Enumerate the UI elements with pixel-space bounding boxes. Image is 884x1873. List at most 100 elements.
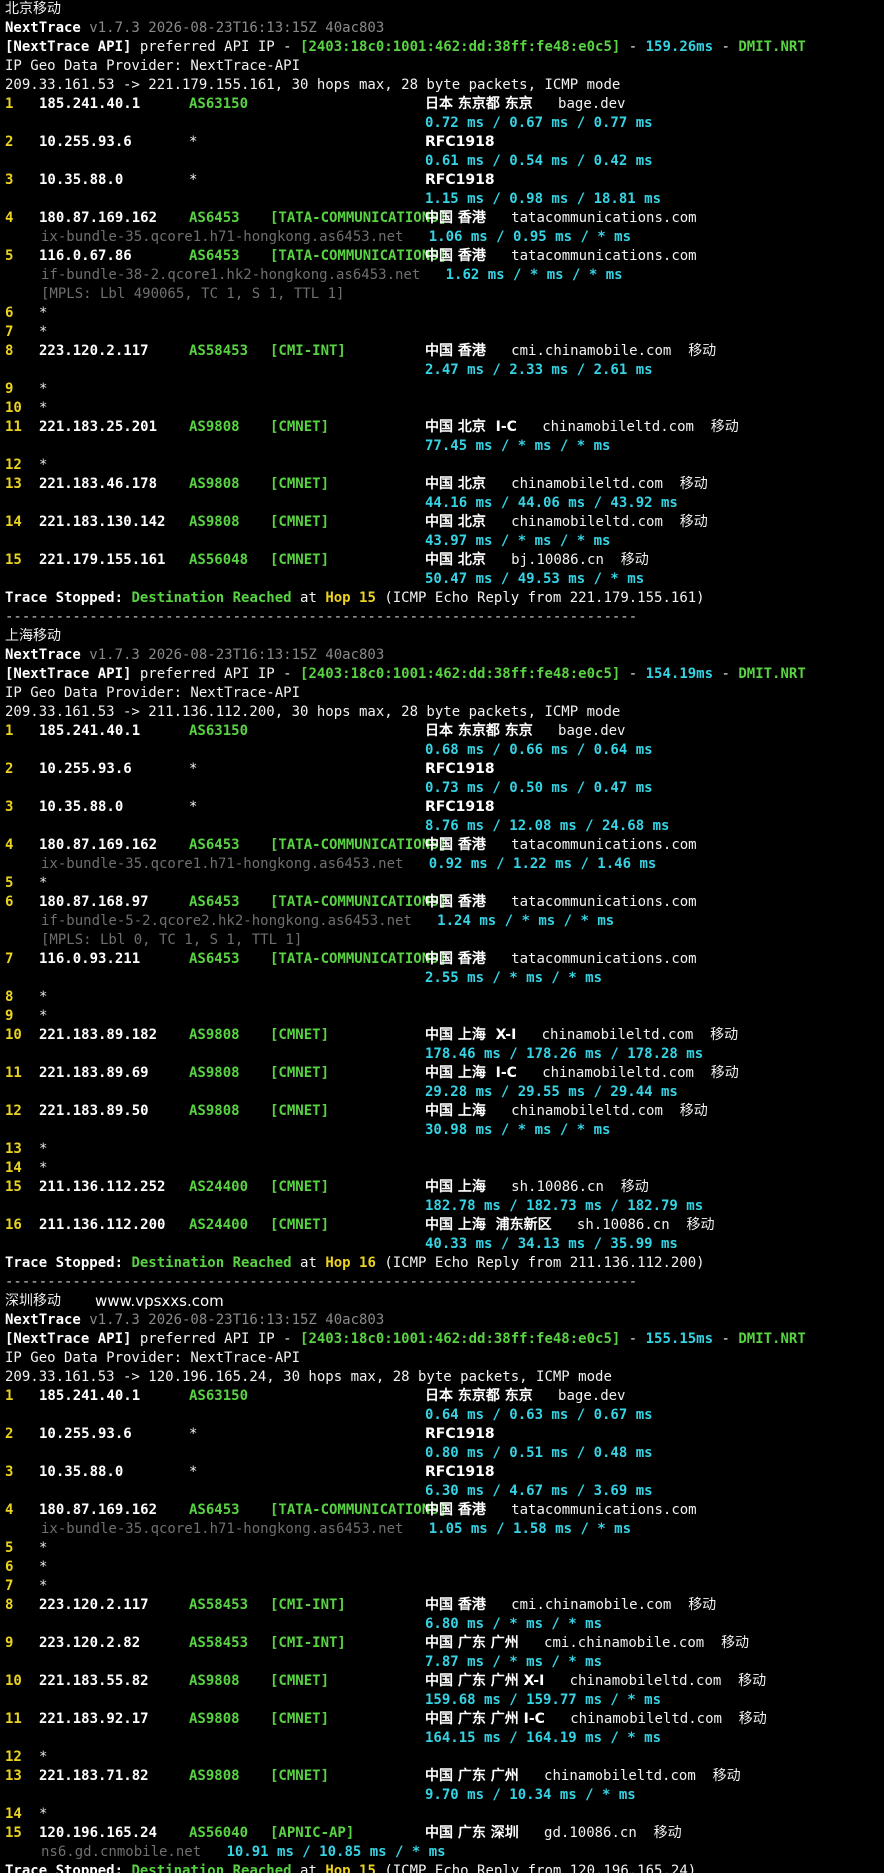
api-label: [NextTrace API] [5,666,132,682]
hop-row: 6 * [5,305,48,321]
hop-host: tatacommunications.com [511,210,697,226]
column-cell: 中国 香港 cmi.chinamobile.com 移动 [425,342,716,361]
column-cell: 日本 东京都 东京 bage.dev [425,722,625,741]
hop-tag: [CMNET] [270,476,330,492]
hop-row: 2 10.255.93.6 * RFC1918 [5,133,884,152]
column-cell: 日本 东京都 东京 bage.dev [425,1387,625,1406]
hop-tag: [TATA-COMMUNICATIONS] [270,248,448,264]
column-cell: 4 [5,1501,39,1520]
hop-asn: AS9808 [189,476,240,492]
hop-number: 9 [5,381,14,397]
hop-ip: 221.183.89.182 [39,1027,158,1043]
column-cell: 中国 上海 浦东新区 sh.10086.cn 移动 [425,1216,715,1235]
column-cell: 5 [5,1539,39,1558]
trace-header: 209.33.161.53 -> 120.196.165.24, 30 hops… [5,1369,612,1385]
hop-number: 12 [5,1103,22,1119]
hop-tag: [CMNET] [270,1711,330,1727]
column-cell: 中国 北京 bj.10086.cn 移动 [425,551,649,570]
hop-number: 15 [5,1825,22,1841]
hop-geo: 中国 广东 深圳 [425,1825,519,1841]
column-cell: 14 [5,1159,39,1178]
api-dash: - [713,39,739,55]
api-latency: 155.15ms [645,1331,714,1347]
hop-ip: 180.87.169.162 [39,210,158,226]
hop-row: 6 * [5,1558,48,1577]
hop-row: 14 * [5,1806,48,1822]
column-cell: 7 [5,323,39,342]
hop-ip: 221.183.25.201 [39,419,158,435]
hop-tag: [CMI-INT] [270,1635,346,1651]
column-cell: 4 [5,836,39,855]
hop-rtt: 0.68 ms / 0.66 ms / 0.64 ms [425,742,653,758]
column-cell: 7 [5,1577,39,1596]
column-cell: 6 [5,893,39,912]
terminal-window[interactable]: 北京移动 NextTrace v1.7.3 2026-08-23T16:13:15… [0,0,884,1873]
column-cell: 3 [5,1463,39,1482]
hop-asn: AS6453 [189,894,240,910]
hop-row: 16 211.136.112.200 AS24400 [CMNET] 中国 上海 浦东新… [5,1216,884,1235]
hop-host: cmi.chinamobile.com [544,1635,705,1651]
api-dash: - [713,1331,739,1347]
hop-ip: 10.255.93.6 [39,134,132,150]
column-cell: [CMI-INT] [270,1596,425,1615]
hop-host: chinamobileltd.com [569,1673,722,1689]
column-cell: 6 [5,1558,39,1577]
column-cell: AS9808 [189,1672,270,1691]
trace-header-line: 209.33.161.53 -> 120.196.165.24, 30 hops… [5,1368,884,1387]
geo-provider-line: IP Geo Data Provider: NextTrace-API [5,684,884,703]
hop-ptr: ix-bundle-35.qcore1.h71-hongkong.as6453.… [41,1521,404,1537]
hop-geo: 日本 东京都 东京 [425,723,533,739]
trace-stopped-line: Trace Stopped: Destination Reached at Ho… [5,1862,884,1873]
column-cell: * [189,760,270,779]
column-cell: [CMNET] [270,1767,425,1786]
hop-host: chinamobileltd.com [511,514,663,530]
column-cell: [CMNET] [270,513,425,532]
hop-ip: 10.35.88.0 [39,172,124,188]
api-line: [NextTrace API] preferred API IP - [2403… [5,1330,884,1349]
separator-line: ----------------------------------------… [5,608,884,627]
column-cell: 2 [5,760,39,779]
hop-rtt: 30.98 ms / * ms / * ms [425,1122,611,1138]
hop-host: chinamobileltd.com [544,1768,696,1784]
hop-host: bage.dev [558,96,626,112]
hop-number: 8 [5,343,14,359]
hop-asn: AS58453 [189,1597,249,1613]
api-label: [NextTrace API] [5,39,132,55]
hop-number: 8 [5,989,14,1005]
hop-isp: 移动 [710,1065,739,1081]
hop-number: 14 [5,514,22,530]
column-cell: 221.183.55.82 [39,1672,189,1691]
column-cell: 13 [5,1767,39,1786]
column-cell: 11 [5,418,39,437]
hop-number: 11 [5,1711,22,1727]
hop-geo: RFC1918 [425,761,495,777]
column-cell: [TATA-COMMUNICATIONS] [270,950,447,969]
hop-mpls: [MPLS: Lbl 490065, TC 1, S 1, TTL 1] [41,286,345,302]
hop-asn: * [189,172,198,188]
hop-row: 1 185.241.40.1 AS63150 日本 东京都 东京 bage.dev [5,95,884,114]
hop-asn: * [189,1426,198,1442]
hop-isp: 移动 [679,476,708,492]
hop-ip: 10.255.93.6 [39,761,132,777]
stop-detail: (ICMP Echo Reply from 211.136.112.200) [375,1255,705,1271]
column-cell: 116.0.93.211 [39,950,189,969]
geo-provider-line: IP Geo Data Provider: NextTrace-API [5,57,884,76]
column-cell: 185.241.40.1 [39,95,189,114]
hop-number: 11 [5,1065,22,1081]
column-cell: AS6453 [189,836,270,855]
hop-host: bage.dev [558,1388,626,1404]
hop-number: 13 [5,476,22,492]
hop-row: 8 223.120.2.117 AS58453 [CMI-INT] 中国 香港 cmi.… [5,342,884,361]
version-info: v1.7.3 2026-08-23T16:13:15Z 40ac803 [80,1312,385,1328]
trace-stopped-line: Trace Stopped: Destination Reached at Ho… [5,1254,884,1273]
column-cell: 116.0.67.86 [39,247,189,266]
api-text: preferred API IP - [131,39,301,55]
hop-ptr-row: if-bundle-38-2.qcore1.hk2-hongkong.as645… [5,266,884,285]
hop-row: 15 221.179.155.161 AS56048 [CMNET] 中国 北京 bj.… [5,551,884,570]
app-name: NextTrace [5,1312,81,1328]
hop-row: 3 10.35.88.0 * RFC1918 [5,171,884,190]
column-cell: 8 [5,1596,39,1615]
hop-number: 4 [5,210,14,226]
hop-ip: 221.183.89.69 [39,1065,149,1081]
api-ip: [2403:18c0:1001:462:dd:38ff:fe48:e0c5] [300,39,621,55]
